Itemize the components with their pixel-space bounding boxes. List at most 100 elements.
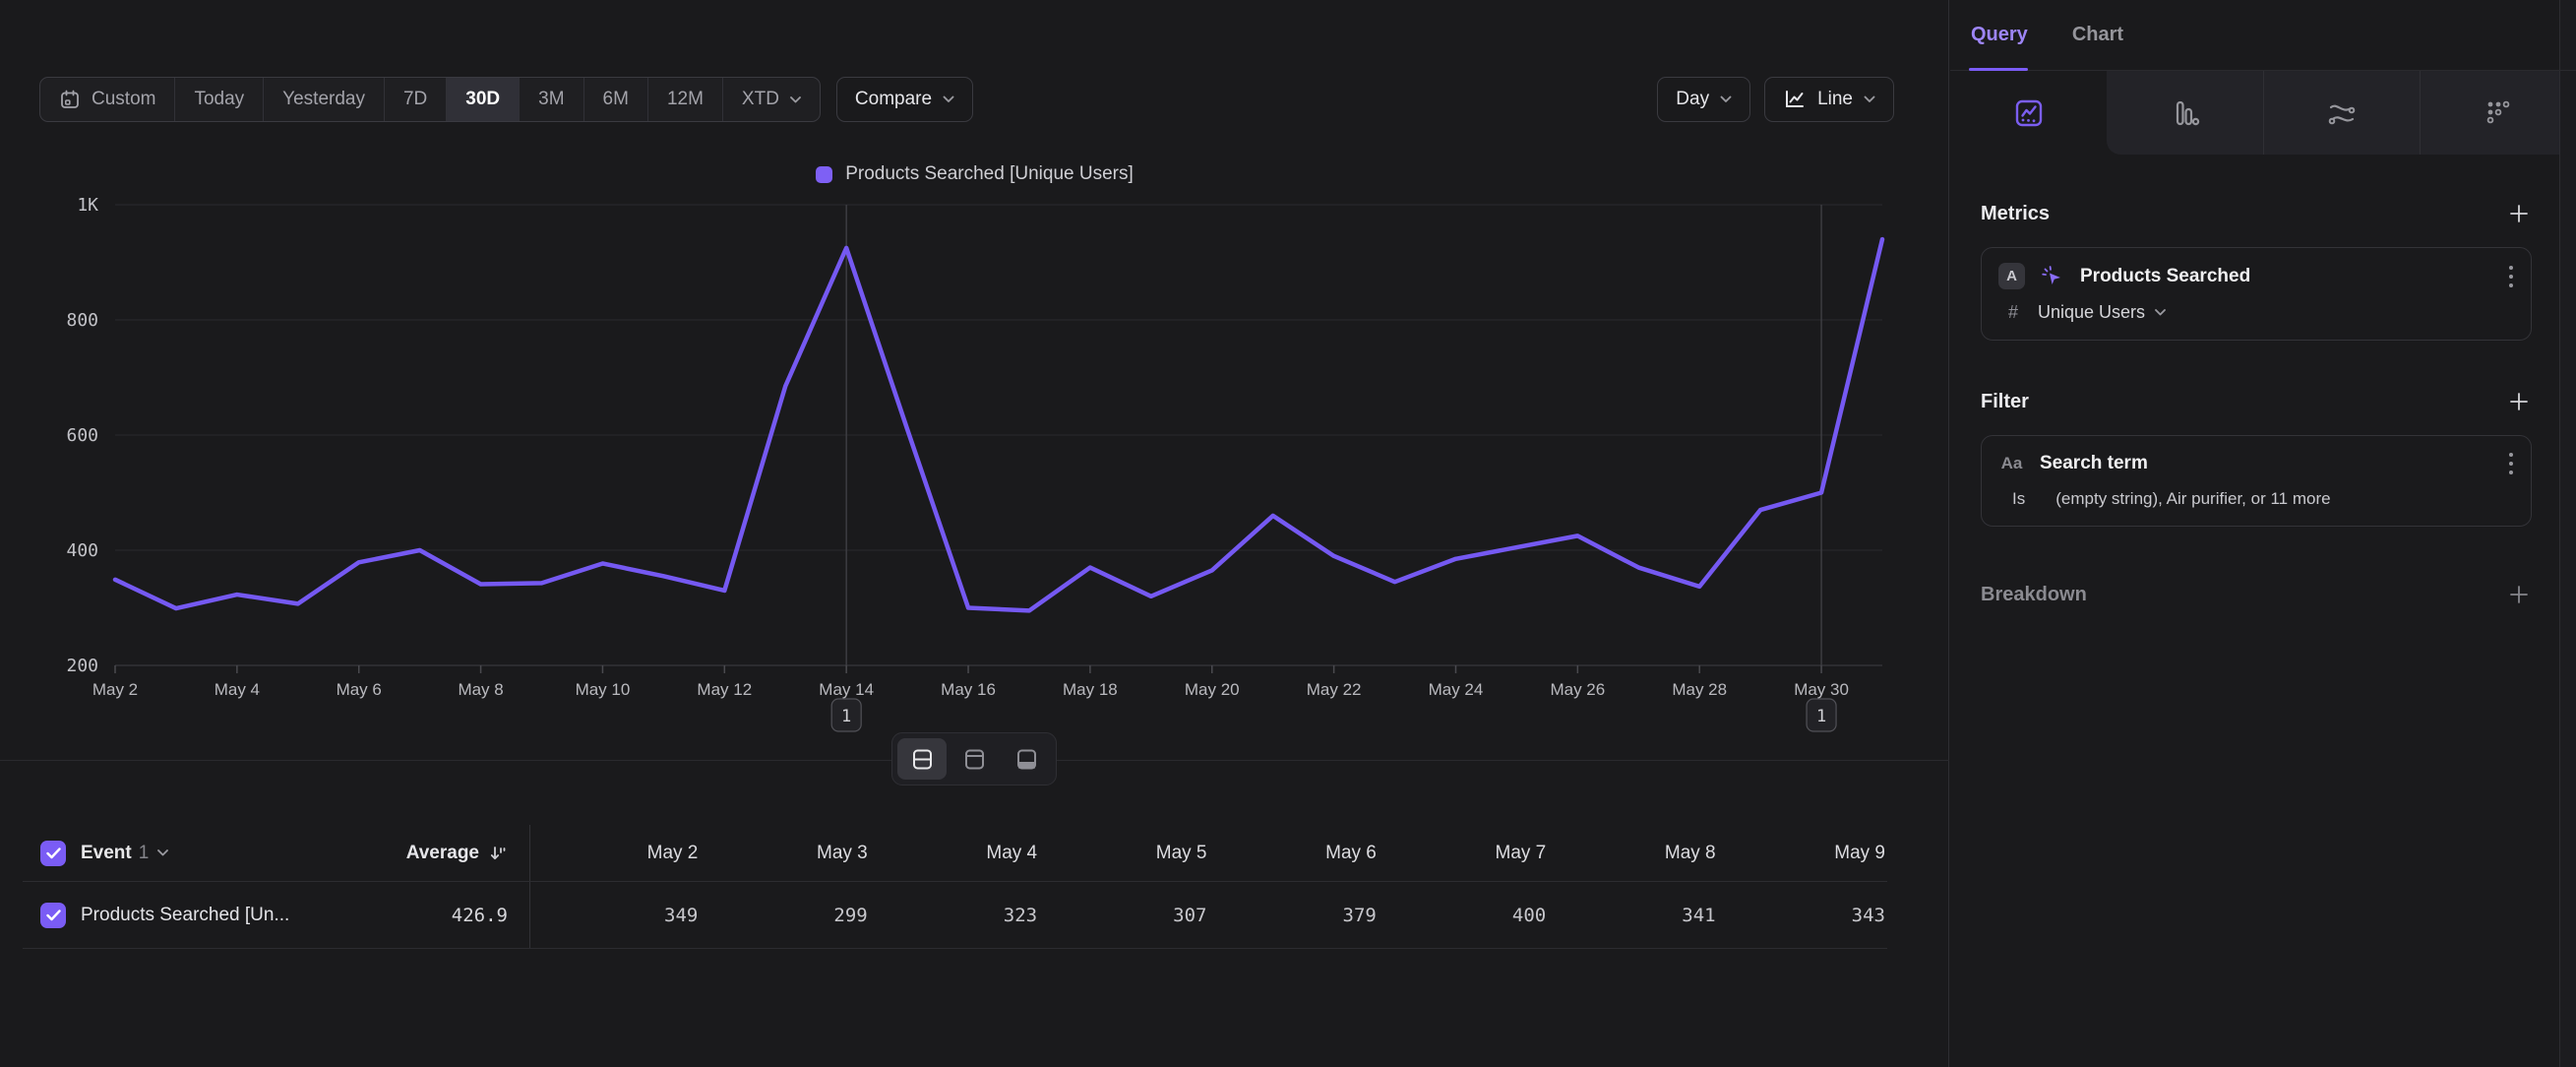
annotation-badge-label: 1 <box>841 707 851 726</box>
add-breakdown-button[interactable] <box>2506 582 2532 607</box>
x-axis-label: May 22 <box>1307 680 1362 699</box>
range-button-xtd[interactable]: XTD <box>723 78 820 121</box>
x-axis-label: May 30 <box>1794 680 1849 699</box>
cell-value: 349 <box>530 905 700 926</box>
series-line <box>115 239 1882 610</box>
layout-toggle-group <box>891 732 1057 785</box>
date-column-header[interactable]: May 5 <box>1039 843 1208 864</box>
cell-value: 379 <box>1209 905 1379 926</box>
bar-chart-icon <box>2169 96 2202 130</box>
tab-chart[interactable]: Chart <box>2072 24 2123 46</box>
report-type-tabs <box>1950 71 2576 155</box>
date-column-header[interactable]: May 2 <box>530 843 700 864</box>
tab-funnels-report[interactable] <box>2107 71 2263 155</box>
range-button-12m[interactable]: 12M <box>648 78 723 121</box>
x-axis-label: May 20 <box>1185 680 1240 699</box>
date-column-header[interactable]: May 8 <box>1548 843 1717 864</box>
layout-table-only-button[interactable] <box>1002 738 1051 780</box>
filter-condition-row: Is (empty string), Air purifier, or 11 m… <box>1998 489 2514 509</box>
select-all-checkbox[interactable] <box>40 841 66 866</box>
granularity-label: Day <box>1676 89 1709 110</box>
table-row[interactable]: Products Searched [Un... 426.9 349299323… <box>23 881 1887 949</box>
date-range-group: CustomTodayYesterday7D30D3M6M12MXTD <box>39 77 821 122</box>
x-axis-label: May 26 <box>1550 680 1605 699</box>
filter-values[interactable]: (empty string), Air purifier, or 11 more <box>2055 489 2330 509</box>
date-column-header[interactable]: May 9 <box>1718 843 1887 864</box>
filter-operator[interactable]: Is <box>2012 489 2025 509</box>
metrics-section-header: Metrics <box>1981 201 2532 226</box>
add-filter-button[interactable] <box>2506 389 2532 414</box>
date-column-header[interactable]: May 4 <box>870 843 1039 864</box>
range-button-custom[interactable]: Custom <box>40 78 175 121</box>
chevron-down-icon <box>943 95 954 103</box>
measure-selector[interactable]: Unique Users <box>2038 302 2166 323</box>
date-column-header[interactable]: May 7 <box>1379 843 1548 864</box>
filter-card[interactable]: Aa Search term Is (empty string), Air pu… <box>1981 435 2532 527</box>
x-axis-label: May 10 <box>576 680 631 699</box>
tab-flows-report[interactable] <box>2263 71 2420 155</box>
chevron-down-icon[interactable] <box>157 849 168 856</box>
layout-chart-only-button[interactable] <box>950 738 999 780</box>
range-button-30d[interactable]: 30D <box>447 78 520 121</box>
x-axis-label: May 6 <box>337 680 382 699</box>
kebab-menu-icon[interactable] <box>2508 451 2514 476</box>
toolbar-spacer <box>973 77 1657 122</box>
tab-retention-report[interactable] <box>2420 71 2576 155</box>
range-button-today[interactable]: Today <box>175 78 264 121</box>
query-sidebar: Query Chart <box>1950 0 2576 1067</box>
toolbar: CustomTodayYesterday7D30D3M6M12MXTD Comp… <box>39 77 1894 122</box>
tab-query[interactable]: Query <box>1971 24 2028 46</box>
metric-card[interactable]: A Products Searched # Unique Users <box>1981 247 2532 341</box>
y-axis-label: 400 <box>66 540 98 561</box>
results-table: Event 1 Average May 2May 3May 4May 5May … <box>23 825 1887 949</box>
range-button-7d[interactable]: 7D <box>385 78 447 121</box>
breakdown-title: Breakdown <box>1981 584 2087 606</box>
y-axis-label: 1K <box>77 195 98 216</box>
chevron-down-icon <box>2155 309 2166 316</box>
x-axis-label: May 14 <box>819 680 874 699</box>
chevron-down-icon <box>1720 95 1732 103</box>
granularity-button[interactable]: Day <box>1657 77 1750 122</box>
layout-split-horizontal-button[interactable] <box>897 738 947 780</box>
cell-value: 307 <box>1039 905 1208 926</box>
main-panel: CustomTodayYesterday7D30D3M6M12MXTD Comp… <box>0 0 1949 1067</box>
metric-name: Products Searched <box>2080 266 2250 287</box>
cell-value: 323 <box>870 905 1039 926</box>
x-axis-label: May 2 <box>92 680 138 699</box>
metric-letter-badge: A <box>1998 263 2025 289</box>
add-metric-button[interactable] <box>2506 201 2532 226</box>
date-columns-values: 349299323307379400341343 <box>529 882 1887 948</box>
compare-label: Compare <box>855 89 932 110</box>
line-chart-icon <box>1783 88 1807 111</box>
date-column-header[interactable]: May 3 <box>700 843 869 864</box>
annotation-badge-label: 1 <box>1816 707 1826 726</box>
breakdown-section-header: Breakdown <box>1981 582 2532 607</box>
average-column-header[interactable]: Average <box>406 843 529 864</box>
range-button-6m[interactable]: 6M <box>584 78 648 121</box>
date-column-header[interactable]: May 6 <box>1209 843 1379 864</box>
table-header-left: Event 1 Average <box>23 825 529 881</box>
tab-insights-report[interactable] <box>1950 71 2107 155</box>
chart-type-button[interactable]: Line <box>1764 77 1894 122</box>
chevron-down-icon <box>790 96 801 103</box>
x-axis-label: May 4 <box>215 680 260 699</box>
compare-button[interactable]: Compare <box>836 77 973 122</box>
query-builder: Metrics A Products Searched # <box>1950 201 2576 607</box>
filter-title: Filter <box>1981 391 2029 413</box>
x-axis-label: May 18 <box>1063 680 1118 699</box>
sidebar-scroll-gutter[interactable] <box>2559 0 2576 1067</box>
event-pointer-icon <box>2040 264 2065 289</box>
retention-grid-icon <box>2482 96 2515 130</box>
line-chart[interactable]: 1K800600400200May 2May 4May 6May 8May 10… <box>0 148 1949 763</box>
range-button-yesterday[interactable]: Yesterday <box>264 78 385 121</box>
row-checkbox[interactable] <box>40 903 66 928</box>
range-button-3m[interactable]: 3M <box>520 78 583 121</box>
table-header-row: Event 1 Average May 2May 3May 4May 5May … <box>23 825 1887 881</box>
x-axis-label: May 24 <box>1429 680 1484 699</box>
metrics-title: Metrics <box>1981 203 2050 225</box>
cell-value: 299 <box>700 905 869 926</box>
filter-section-header: Filter <box>1981 389 2532 414</box>
y-axis-label: 600 <box>66 425 98 446</box>
kebab-menu-icon[interactable] <box>2508 264 2514 289</box>
calendar-icon <box>59 89 81 110</box>
